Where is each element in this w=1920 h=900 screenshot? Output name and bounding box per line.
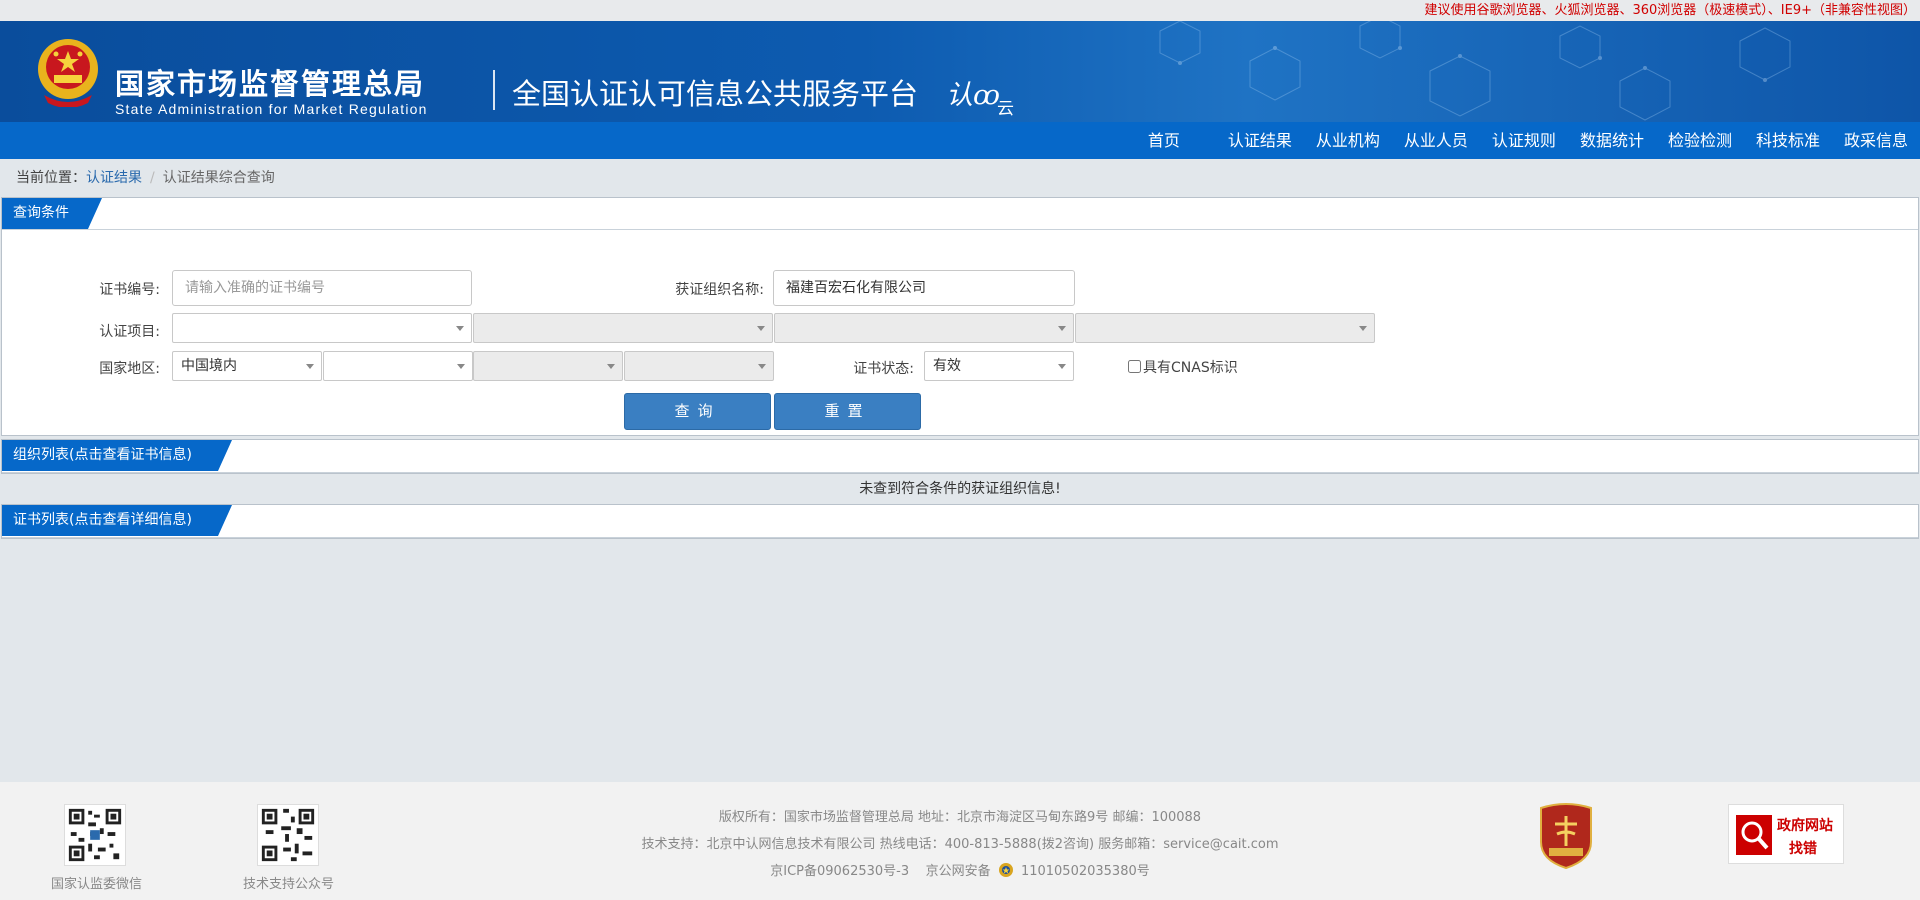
footer-tech-support: 技术支持：北京中认网信息技术有限公司 热线电话：400-813-5888(拨2咨… [641,837,1279,852]
cloud-logo-text: 认 [946,80,973,111]
police-record-label[interactable]: 京公网安备 [926,864,991,879]
chevron-down-icon [1058,326,1066,331]
cnas-checkbox[interactable] [1128,360,1141,373]
region-select-2[interactable] [323,351,473,381]
header-divider [493,70,495,110]
chevron-down-icon [607,364,615,369]
nav-item-cert-results[interactable]: 认证结果 [1216,122,1304,159]
status-select-value: 有效 [933,358,961,374]
gov-website-text: 政府网站 [1777,818,1833,834]
footer: 国家认监委微信 技术支持公众号 版权所有：国家市场监督管理总局 地址：北京市海淀… [0,782,1920,900]
org-list-empty-message: 未查到符合条件的获证组织信息! [859,481,1061,497]
search-button[interactable]: 查询 [624,393,771,430]
nav-item-procurement[interactable]: 政采信息 [1832,122,1920,159]
cert-no-input[interactable]: 请输入准确的证书编号 [172,270,472,306]
party-organ-badge-icon[interactable] [1537,802,1595,870]
cert-list-panel: 证书列表(点击查看详细信息) [1,504,1919,539]
region-select-1[interactable]: 中国境内 [172,351,322,381]
nav-item-standards[interactable]: 科技标准 [1744,122,1832,159]
breadcrumb-link-cert-results[interactable]: 认证结果 [86,170,142,186]
nav-item-personnel[interactable]: 从业人员 [1392,122,1480,159]
org-list-header: 组织列表(点击查看证书信息) [2,440,1918,473]
org-name-cn: 国家市场监督管理总局 [115,67,426,101]
status-select[interactable]: 有效 [924,351,1074,381]
breadcrumb-separator: / [150,170,155,186]
nav-item-cert-rules[interactable]: 认证规则 [1480,122,1568,159]
chevron-down-icon [757,326,765,331]
footer-copyright: 版权所有：国家市场监督管理总局 地址：北京市海淀区马甸东路9号 邮编：10008… [718,810,1202,825]
chevron-down-icon [1058,364,1066,369]
nav-item-statistics[interactable]: 数据统计 [1568,122,1656,159]
org-list-title: 组织列表(点击查看证书信息) [2,440,232,471]
status-label: 证书状态: [853,361,914,377]
cnas-checkbox-label[interactable]: 具有CNAS标识 [1128,357,1238,377]
national-emblem-icon [38,39,98,107]
icp-link[interactable]: 京ICP备09062530号-3 [770,864,909,879]
qr-code-public-account-icon[interactable] [257,804,319,866]
header-banner: 国家市场监督管理总局 State Administration for Mark… [0,21,1920,122]
project-select-2[interactable] [473,313,773,343]
find-error-text: 找错 [1789,841,1817,857]
project-label: 认证项目: [99,324,160,340]
chevron-down-icon [456,326,464,331]
query-form: 证书编号: 请输入准确的证书编号 获证组织名称: 福建百宏石化有限公司 认证项目… [2,230,1918,435]
chevron-down-icon [306,364,314,369]
nav-item-home[interactable]: 首页 [1108,122,1216,159]
cert-no-label: 证书编号: [99,282,160,298]
chevron-down-icon [1359,326,1367,331]
breadcrumb: 当前位置：认证结果 / 认证结果综合查询 [0,159,1920,197]
magnifier-icon [1736,815,1772,855]
query-panel-header: 查询条件 [2,198,1918,230]
org-name-en: State Administration for Market Regulati… [115,101,428,117]
browser-notice: 建议使用谷歌浏览器、火狐浏览器、360浏览器（极速模式）、IE9+（非兼容性视图… [0,0,1920,21]
cert-list-header: 证书列表(点击查看详细信息) [2,505,1918,538]
project-select-3[interactable] [774,313,1074,343]
platform-title: 全国认证认可信息公共服务平台 [512,77,919,111]
query-panel-title: 查询条件 [2,198,102,229]
cloud-logo-small: 云 [996,99,1014,119]
region-select-3[interactable] [473,351,623,381]
org-list-panel: 组织列表(点击查看证书信息) [1,439,1919,474]
project-select-1[interactable] [172,313,472,343]
org-name-label: 获证组织名称: [675,282,764,298]
cert-list-title: 证书列表(点击查看详细信息) [2,505,232,536]
hexagon-pattern [1159,21,1791,121]
nav-item-inspection[interactable]: 检验检测 [1656,122,1744,159]
police-badge-icon [998,863,1013,877]
org-name-input[interactable]: 福建百宏石化有限公司 [773,270,1075,306]
region-select-value: 中国境内 [181,358,237,374]
nav-item-institutions[interactable]: 从业机构 [1304,122,1392,159]
footer-icp: 京ICP备09062530号-3 京公网安备 11010502035380号 [620,860,1300,879]
reset-button[interactable]: 重置 [774,393,921,430]
qr-wechat-label: 国家认监委微信 [51,877,143,892]
gov-website-error-report[interactable]: 政府网站 找错 [1728,804,1844,864]
query-panel: 查询条件 证书编号: 请输入准确的证书编号 获证组织名称: 福建百宏石化有限公司… [1,197,1919,436]
police-record-number[interactable]: 11010502035380号 [1021,864,1150,879]
breadcrumb-current: 认证结果综合查询 [162,170,275,186]
region-label: 国家地区: [99,361,160,377]
chevron-down-icon [758,364,766,369]
main-nav: 首页 认证结果 从业机构 从业人员 认证规则 数据统计 检验检测 科技标准 政采… [0,122,1920,159]
region-select-4[interactable] [624,351,774,381]
cnas-checkbox-text: 具有CNAS标识 [1143,360,1238,376]
cloud-logo[interactable]: 认ꝏ云 [946,73,1017,119]
breadcrumb-prefix: 当前位置： [16,170,86,186]
project-select-4[interactable] [1075,313,1375,343]
qr-public-account-label: 技术支持公众号 [243,877,335,892]
chevron-down-icon [457,364,465,369]
qr-code-wechat-icon[interactable] [64,804,126,866]
